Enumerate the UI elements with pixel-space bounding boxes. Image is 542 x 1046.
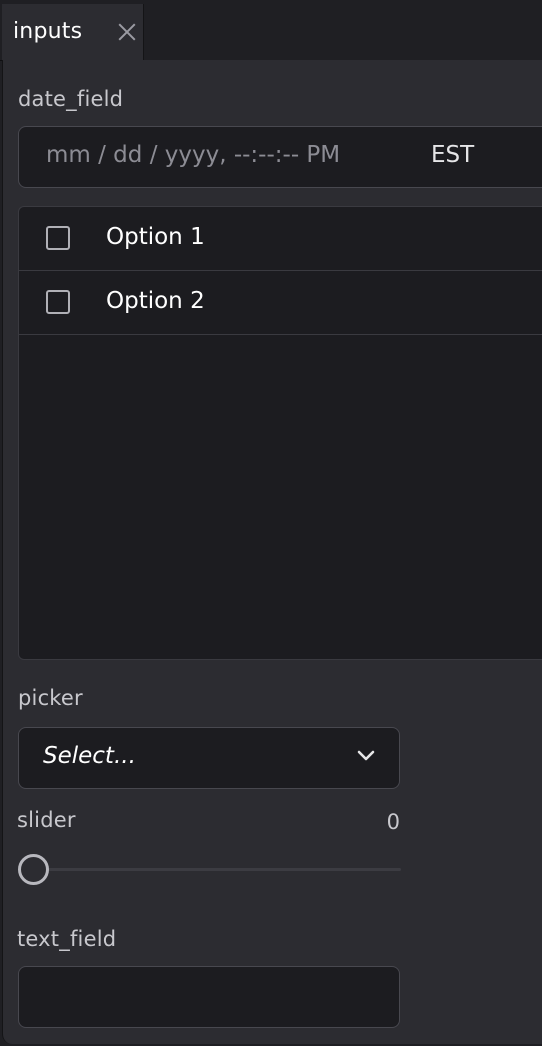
slider-value: 0 — [386, 810, 400, 834]
date-placeholder: mm / dd / yyyy, --:--:-- PM — [46, 142, 341, 168]
date-field-label: date_field — [18, 87, 124, 111]
list-item[interactable]: Option 2 — [19, 271, 542, 335]
picker-label: picker — [18, 686, 83, 710]
option-2-checkbox[interactable] — [46, 290, 70, 314]
timezone-label: EST — [431, 142, 475, 168]
slider-track[interactable] — [33, 868, 401, 871]
slider-thumb[interactable] — [18, 854, 49, 885]
slider-label: slider — [17, 808, 76, 832]
option-1-label: Option 1 — [106, 224, 205, 250]
tab-label: inputs — [13, 19, 83, 44]
text-field[interactable] — [18, 966, 400, 1028]
inputs-panel: date_field mm / dd / yyyy, --:--:-- PM E… — [2, 60, 542, 1044]
option-list: Option 1 Option 2 — [18, 206, 542, 660]
date-field-input[interactable]: mm / dd / yyyy, --:--:-- PM EST — [18, 126, 542, 188]
picker-value: Select... — [43, 743, 136, 769]
list-item[interactable]: Option 1 — [19, 207, 542, 271]
option-1-checkbox[interactable] — [46, 226, 70, 250]
text-field-label: text_field — [17, 927, 117, 951]
option-2-label: Option 2 — [106, 288, 205, 314]
text-field-input[interactable] — [19, 967, 399, 1027]
chevron-down-icon — [357, 750, 375, 761]
tab-inputs[interactable]: inputs — [2, 4, 144, 60]
tab-bar: inputs — [0, 0, 542, 61]
close-icon[interactable] — [116, 21, 138, 43]
picker-select[interactable]: Select... — [18, 727, 400, 789]
